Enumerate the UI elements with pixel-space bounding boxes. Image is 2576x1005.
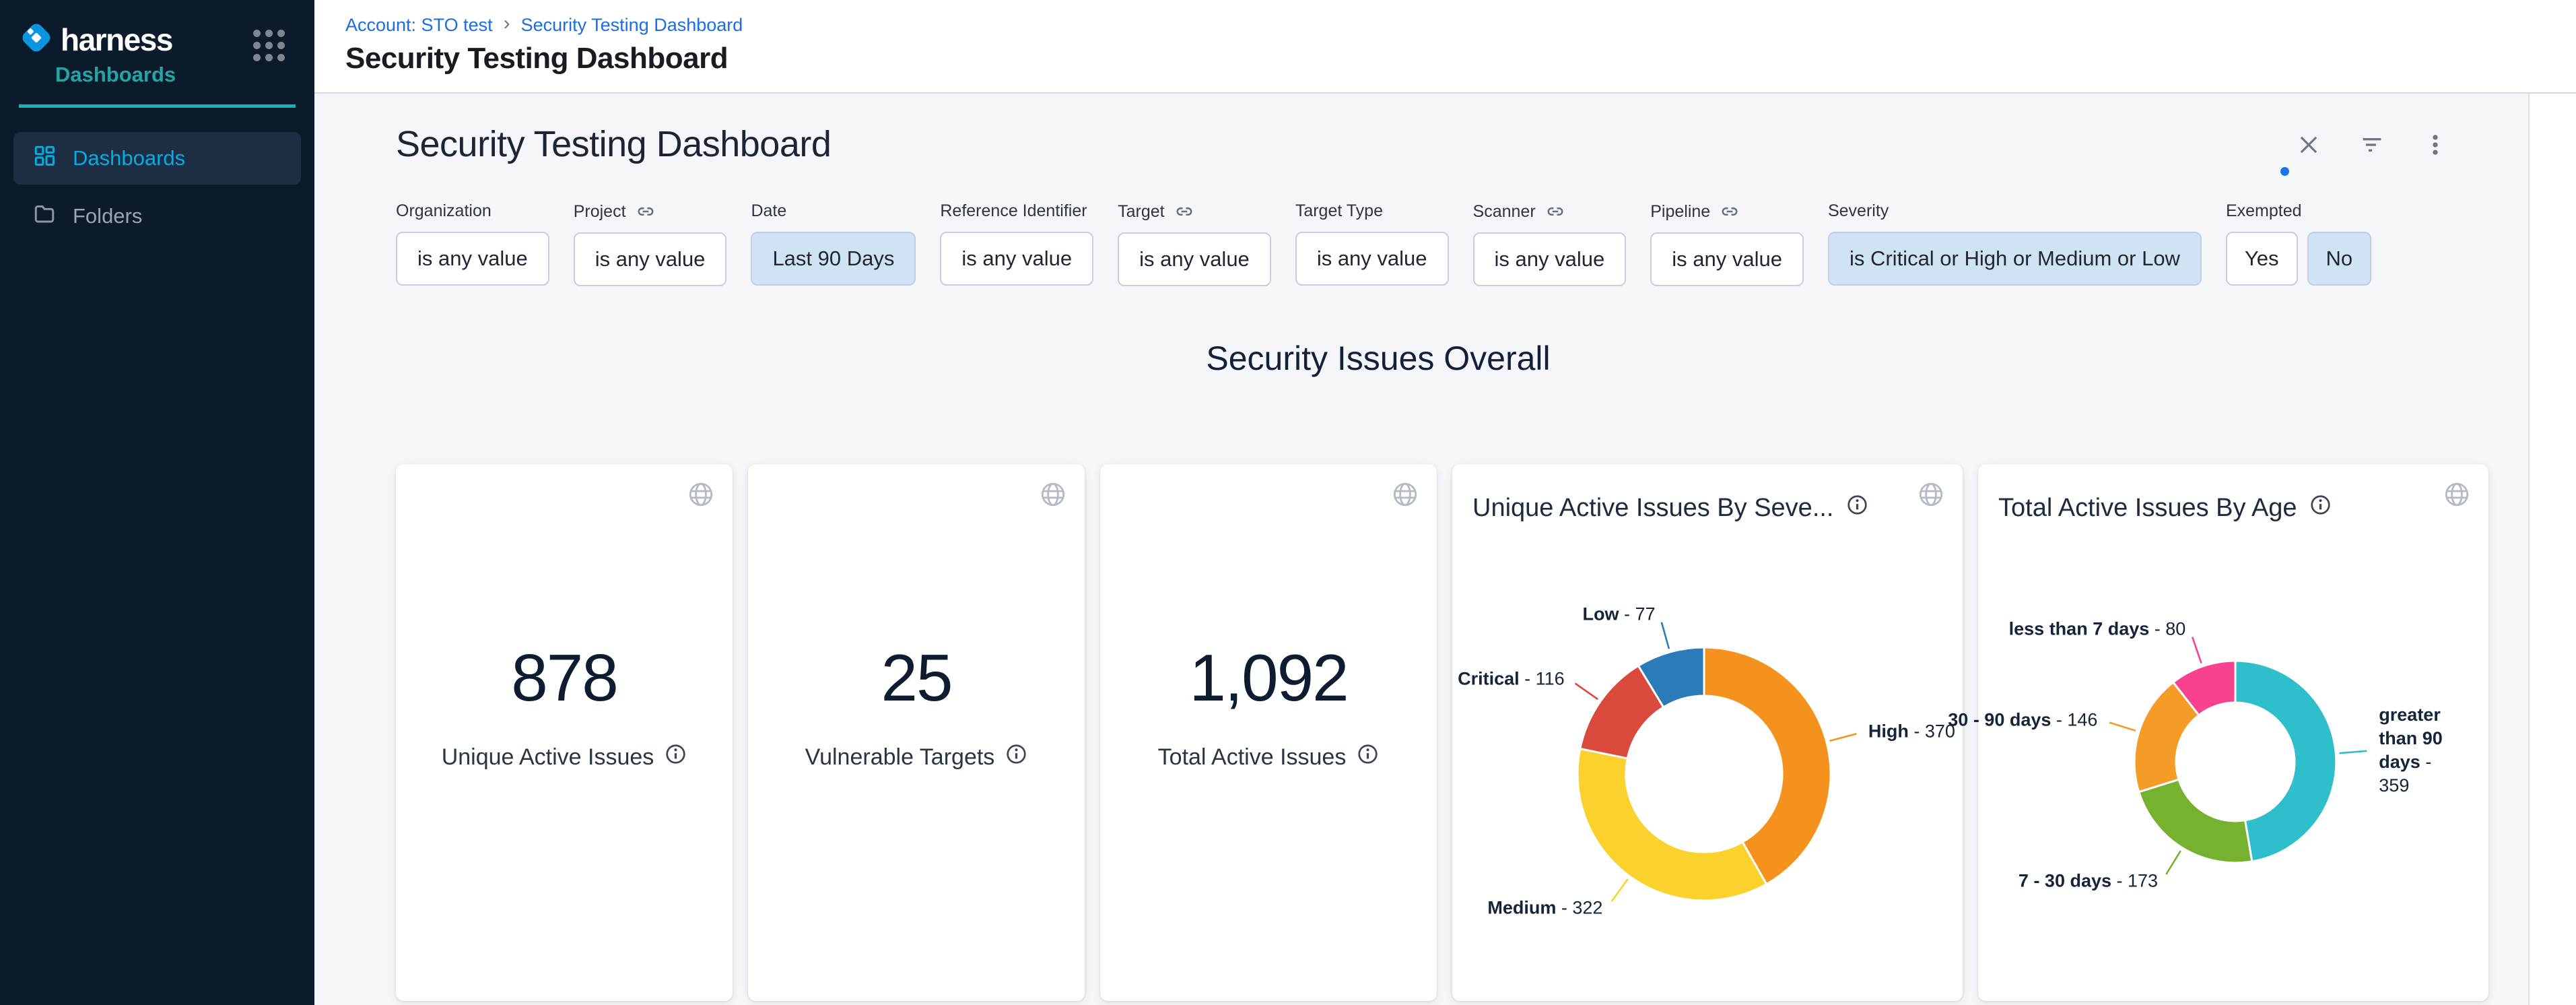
sidebar: harness Dashboards Dashboards Fo	[0, 0, 314, 1005]
stat-card-unique-active-issues: 878 Unique Active Issues	[396, 464, 733, 1001]
link-icon	[1174, 201, 1194, 222]
sidebar-item-label: Dashboards	[73, 146, 185, 170]
stat-value: 878	[511, 640, 617, 716]
filter-date: Date Last 90 Days	[751, 201, 916, 286]
chart-card-issues-by-severity: Unique Active Issues By Seve... High - 3…	[1452, 464, 1963, 1001]
filter-scanner: Scanner is any value	[1473, 201, 1627, 286]
page-title: Security Testing Dashboard	[345, 42, 2576, 75]
app-grid-icon[interactable]	[253, 30, 285, 61]
filter-pipeline: Pipeline is any value	[1650, 201, 1804, 286]
info-icon[interactable]	[665, 743, 687, 771]
dashboard-title: Security Testing Dashboard	[396, 123, 2528, 165]
filter-value-button[interactable]: is any value	[1295, 232, 1449, 286]
pie-label-leader-line	[2340, 751, 2367, 753]
filter-label: Project	[574, 201, 727, 222]
sidebar-item-folders[interactable]: Folders	[13, 190, 301, 242]
globe-icon[interactable]	[1391, 480, 1419, 512]
cursor-dot	[2280, 167, 2289, 176]
sidebar-item-dashboards[interactable]: Dashboards	[13, 132, 301, 185]
sidebar-divider	[19, 104, 296, 108]
pie-label-leader-line	[1612, 879, 1628, 901]
dashboard-panel: Security Testing Dashboard Organization i…	[314, 94, 2528, 1005]
filter-label: Target	[1118, 201, 1271, 222]
filter-label: Organization	[396, 201, 549, 221]
stat-value: 25	[881, 640, 951, 716]
filter-value-button[interactable]: Yes	[2226, 232, 2298, 286]
brand-name: harness	[61, 22, 172, 58]
pie-label-leader-line	[2109, 723, 2136, 731]
stat-label: Unique Active Issues	[442, 744, 654, 771]
breadcrumb-page-link[interactable]: Security Testing Dashboard	[521, 15, 743, 36]
filter-value-button[interactable]: is any value	[574, 232, 727, 286]
link-icon	[1720, 201, 1740, 222]
donut-chart	[1452, 464, 1963, 1001]
product-name: Dashboards	[55, 63, 314, 87]
link-icon	[636, 201, 656, 222]
stat-card-total-active-issues: 1,092 Total Active Issues	[1100, 464, 1437, 1001]
pie-label-leader-line	[2192, 637, 2201, 663]
donut-chart	[1978, 464, 2488, 1001]
stat-label: Total Active Issues	[1158, 744, 1347, 771]
filter-exempted: Exempted YesNo	[2226, 201, 2371, 286]
breadcrumb: Account: STO test › Security Testing Das…	[345, 13, 2576, 36]
filter-bar: Organization is any value Project is any va…	[314, 165, 2528, 286]
filter-label: Exempted	[2226, 201, 2371, 221]
filter-label: Severity	[1828, 201, 2202, 221]
filter-value-button[interactable]: is any value	[396, 232, 549, 286]
pie-slice-medium[interactable]	[1578, 749, 1767, 901]
filter-value-button[interactable]: Last 90 Days	[751, 232, 916, 286]
filter-target: Target is any value	[1118, 201, 1271, 286]
pie-slice-7-30-days[interactable]	[2139, 779, 2252, 863]
pie-slice-greater-than-90-days[interactable]	[2235, 661, 2336, 862]
filter-organization: Organization is any value	[396, 201, 549, 286]
filter-value-button[interactable]: is any value	[1118, 232, 1271, 286]
pie-label-leader-line	[1575, 684, 1598, 700]
dashboards-icon	[32, 143, 57, 173]
pie-label-leader-line	[2166, 851, 2181, 874]
filter-label: Reference Identifier	[940, 201, 1093, 221]
pie-label-leader-line	[1662, 622, 1669, 649]
sidebar-nav: Dashboards Folders	[0, 132, 314, 242]
info-icon[interactable]	[1005, 743, 1027, 771]
harness-logo-icon	[19, 20, 54, 59]
section-title: Security Issues Overall	[314, 339, 2442, 378]
filter-icon[interactable]	[2359, 131, 2385, 158]
filter-value-button[interactable]: is Critical or High or Medium or Low	[1828, 232, 2202, 286]
chart-card-issues-by-age: Total Active Issues By Age greater than …	[1978, 464, 2488, 1001]
kebab-menu-icon[interactable]	[2422, 131, 2449, 158]
filter-value-button[interactable]: is any value	[940, 232, 1093, 286]
filter-reference-identifier: Reference Identifier is any value	[940, 201, 1093, 286]
filter-label: Pipeline	[1650, 201, 1804, 222]
pie-label-leader-line	[1830, 734, 1857, 741]
pie-slice-high[interactable]	[1704, 647, 1831, 884]
filter-severity: Severity is Critical or High or Medium or…	[1828, 201, 2202, 286]
info-icon[interactable]	[1357, 743, 1379, 771]
close-icon[interactable]	[2295, 131, 2322, 158]
filter-value-button[interactable]: is any value	[1650, 232, 1804, 286]
globe-icon[interactable]	[1039, 480, 1067, 512]
dashboard-actions	[2295, 131, 2449, 158]
filter-target-type: Target Type is any value	[1295, 201, 1449, 286]
chevron-right-icon: ›	[504, 12, 510, 35]
folder-icon	[32, 201, 57, 231]
breadcrumb-account-link[interactable]: Account: STO test	[345, 15, 493, 36]
stat-card-vulnerable-targets: 25 Vulnerable Targets	[748, 464, 1085, 1001]
filter-value-button[interactable]: No	[2307, 232, 2372, 286]
stat-label: Vulnerable Targets	[805, 744, 995, 771]
stat-value: 1,092	[1189, 640, 1347, 716]
filter-label: Date	[751, 201, 916, 221]
globe-icon[interactable]	[687, 480, 715, 512]
right-gutter	[2528, 94, 2576, 1005]
top-header: Account: STO test › Security Testing Das…	[314, 0, 2576, 94]
filter-value-button[interactable]: is any value	[1473, 232, 1627, 286]
filter-project: Project is any value	[574, 201, 727, 286]
sidebar-item-label: Folders	[73, 204, 142, 228]
filter-label: Scanner	[1473, 201, 1627, 222]
cards-row: 878 Unique Active Issues 25 Vulnerable T…	[314, 464, 2528, 1001]
link-icon	[1545, 201, 1565, 222]
filter-label: Target Type	[1295, 201, 1449, 221]
